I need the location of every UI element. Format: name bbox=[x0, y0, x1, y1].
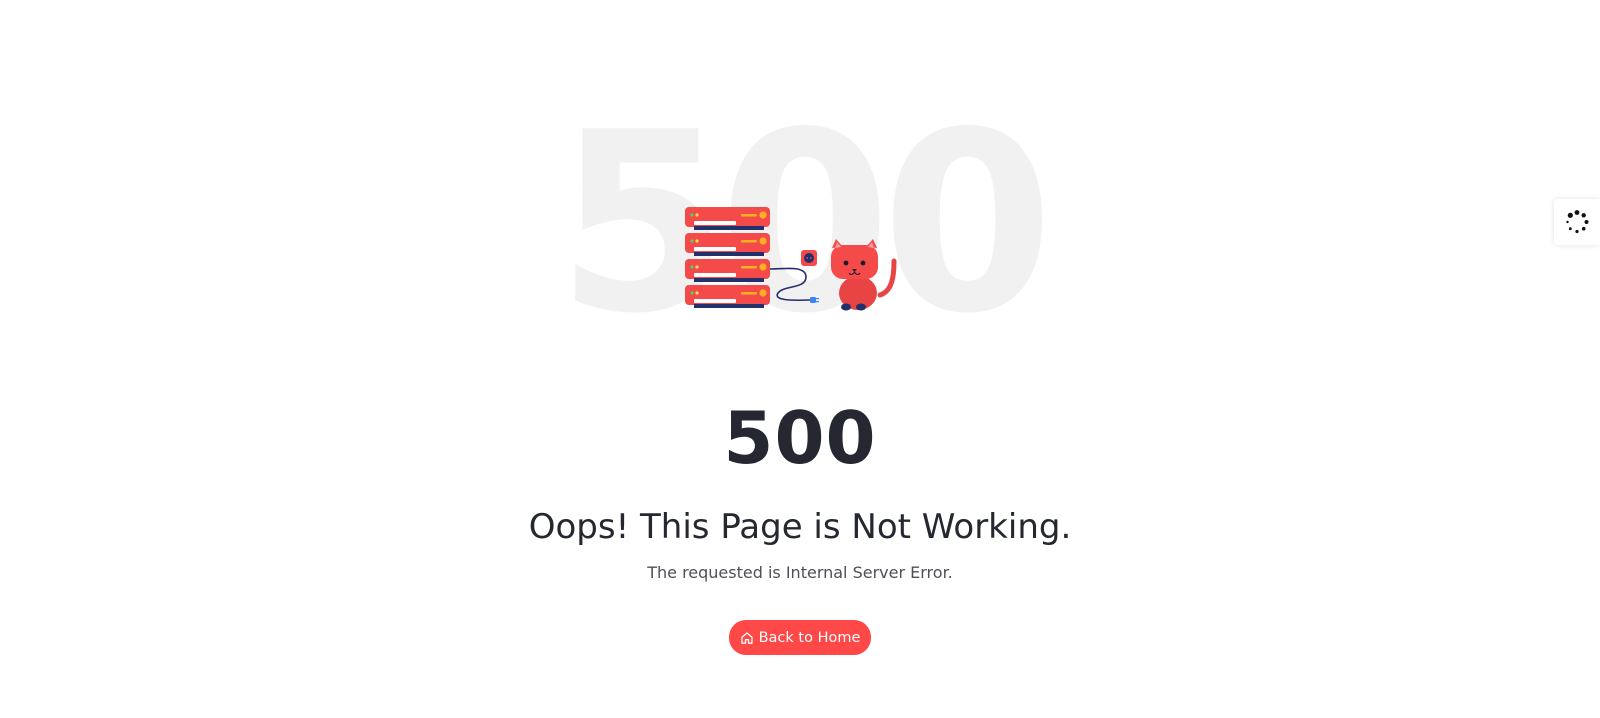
error-page: 500 500 Oops! This Page is Not Working. … bbox=[0, 0, 1600, 718]
spinner-icon bbox=[1566, 210, 1589, 234]
error-code: 500 bbox=[723, 396, 877, 480]
error-message: The requested is Internal Server Error. bbox=[647, 563, 953, 582]
back-to-home-label: Back to Home bbox=[758, 629, 861, 646]
cat-figure bbox=[831, 239, 897, 311]
home-icon bbox=[740, 631, 754, 645]
server-cat-illustration bbox=[685, 207, 897, 311]
back-to-home-button[interactable]: Back to Home bbox=[729, 620, 871, 655]
server-stack bbox=[685, 207, 770, 308]
loading-spinner bbox=[1554, 199, 1600, 245]
wall-socket bbox=[801, 250, 817, 266]
error-title: Oops! This Page is Not Working. bbox=[528, 507, 1072, 547]
unplugged-cable bbox=[769, 267, 819, 303]
